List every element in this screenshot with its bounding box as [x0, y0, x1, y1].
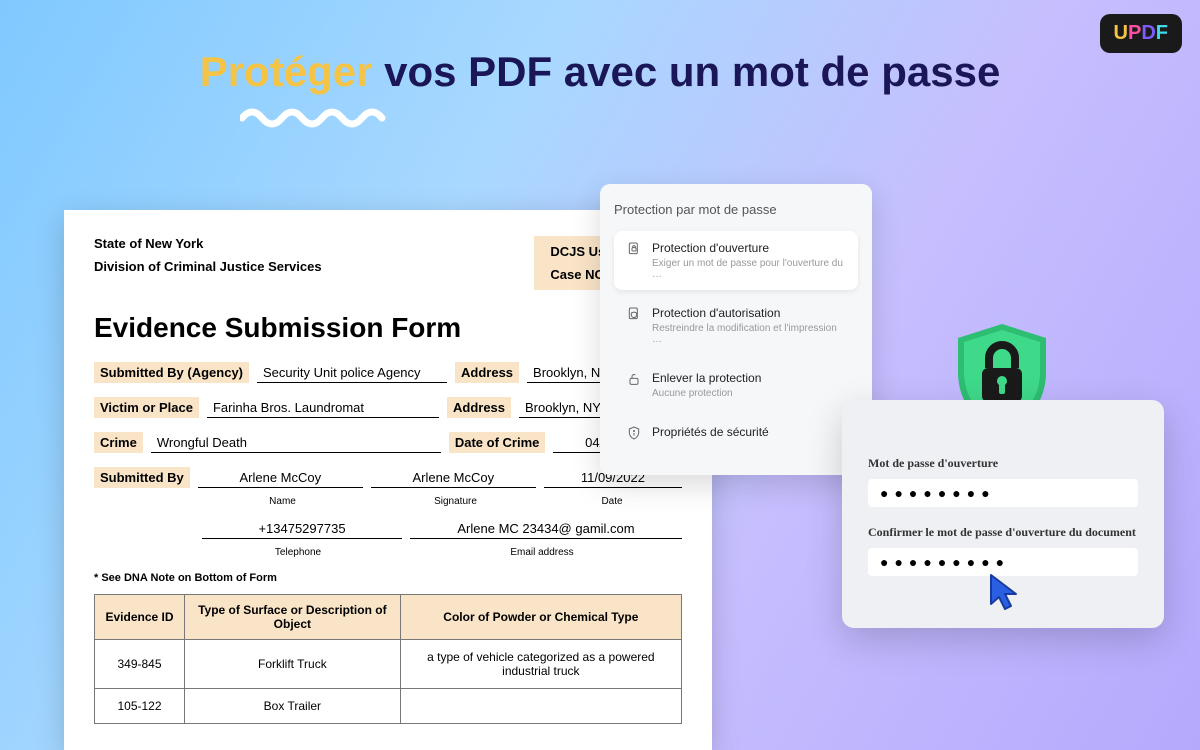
sublabel-date: Date	[542, 496, 682, 507]
menu-item-title: Protection d'ouverture	[652, 241, 846, 255]
menu-item-sub: Restreindre la modification et l'impress…	[652, 323, 846, 345]
menu-item-security-properties[interactable]: Propriétés de sécurité	[614, 415, 858, 451]
menu-item-sub: Exiger un mot de passe pour l'ouverture …	[652, 258, 846, 280]
menu-item-permission-protection[interactable]: Protection d'autorisation Restreindre la…	[614, 296, 858, 355]
label-address-2: Address	[447, 397, 511, 418]
menu-item-sub: Aucune protection	[652, 388, 846, 399]
value-crime: Wrongful Death	[151, 435, 441, 453]
document-shield-icon	[626, 306, 642, 322]
confirm-password-label: Confirmer le mot de passe d'ouverture du…	[868, 525, 1138, 540]
cell-desc: Box Trailer	[185, 689, 401, 724]
value-signature: Arlene McCoy	[371, 470, 536, 488]
password-dots: ●●●●●●●●	[880, 485, 996, 501]
state-line1: State of New York	[94, 236, 322, 251]
value-email: Arlene MC 23434@ gamil.com	[410, 521, 682, 539]
logo-letter-d: D	[1141, 22, 1155, 44]
evidence-table: Evidence ID Type of Surface or Descripti…	[94, 594, 682, 724]
state-info: State of New York Division of Criminal J…	[94, 236, 322, 274]
squiggle-underline-icon	[240, 104, 390, 134]
th-powder-color: Color of Powder or Chemical Type	[400, 595, 681, 640]
th-evidence-id: Evidence ID	[95, 595, 185, 640]
logo-letter-f: F	[1156, 22, 1168, 44]
open-password-label: Mot de passe d'ouverture	[868, 456, 1138, 471]
open-password-input[interactable]: ●●●●●●●●	[868, 479, 1138, 507]
label-submitted-by-agency: Submitted By (Agency)	[94, 362, 249, 383]
cell-desc: Forklift Truck	[185, 640, 401, 689]
headline-emphasis: Protéger	[200, 48, 373, 95]
sublabel-signature: Signature	[369, 496, 542, 507]
menu-item-title: Enlever la protection	[652, 371, 846, 385]
label-victim-place: Victim or Place	[94, 397, 199, 418]
dna-note: * See DNA Note on Bottom of Form	[94, 572, 682, 584]
document-lock-icon	[626, 241, 642, 257]
label-address-1: Address	[455, 362, 519, 383]
menu-item-open-protection[interactable]: Protection d'ouverture Exiger un mot de …	[614, 231, 858, 290]
sublabel-email: Email address	[402, 547, 682, 558]
cursor-icon	[988, 572, 1022, 612]
unlock-icon	[626, 371, 642, 387]
value-name: Arlene McCoy	[198, 470, 363, 488]
menu-item-remove-protection[interactable]: Enlever la protection Aucune protection	[614, 361, 858, 409]
form-title: Evidence Submission Form	[94, 312, 682, 344]
label-crime: Crime	[94, 432, 143, 453]
th-surface-desc: Type of Surface or Description of Object	[185, 595, 401, 640]
page-headline: Protéger vos PDF avec un mot de passe	[200, 48, 1001, 96]
sublabel-name: Name	[196, 496, 369, 507]
table-row: 349-845 Forklift Truck a type of vehicle…	[95, 640, 682, 689]
value-telephone: +13475297735	[202, 521, 402, 539]
shield-info-icon	[626, 425, 642, 441]
updf-logo: UPDF	[1100, 14, 1182, 53]
value-victim-place: Farinha Bros. Laundromat	[207, 400, 439, 418]
cell-color	[400, 689, 681, 724]
menu-item-title: Propriétés de sécurité	[652, 425, 846, 439]
state-line2: Division of Criminal Justice Services	[94, 259, 322, 274]
logo-letter-p: P	[1128, 22, 1141, 44]
cell-id: 349-845	[95, 640, 185, 689]
password-protection-menu: Protection par mot de passe Protection d…	[600, 184, 872, 475]
cell-id: 105-122	[95, 689, 185, 724]
table-row: 105-122 Box Trailer	[95, 689, 682, 724]
logo-letter-u: U	[1114, 22, 1128, 44]
sublabel-telephone: Telephone	[194, 547, 402, 558]
menu-item-title: Protection d'autorisation	[652, 306, 846, 320]
password-dots: ●●●●●●●●●	[880, 554, 1010, 570]
label-submitted-by: Submitted By	[94, 467, 190, 488]
value-submitted-by-agency: Security Unit police Agency	[257, 365, 447, 383]
headline-rest: vos PDF avec un mot de passe	[372, 48, 1000, 95]
menu-title: Protection par mot de passe	[614, 202, 858, 217]
cell-color: a type of vehicle categorized as a power…	[400, 640, 681, 689]
label-date-of-crime: Date of Crime	[449, 432, 546, 453]
